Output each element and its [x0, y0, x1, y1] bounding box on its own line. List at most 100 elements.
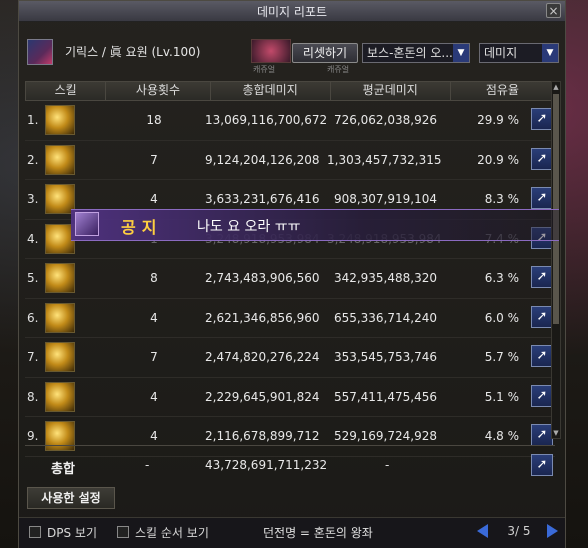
row-total: 9,124,204,126,208 — [205, 152, 320, 167]
window-title: 데미지 리포트 — [256, 4, 328, 19]
row-rank: 3. — [27, 192, 39, 206]
row-avg: 557,411,475,456 — [333, 389, 437, 404]
row-count: 8 — [150, 271, 158, 285]
col-total[interactable]: 총합데미지 — [211, 82, 331, 100]
col-skill[interactable]: 스킬 — [26, 82, 107, 100]
share-icon[interactable]: ➚ — [531, 384, 553, 407]
table-row[interactable]: 7. 7 2,474,820,276,224 353,545,753,746 5… — [25, 338, 555, 378]
share-icon[interactable]: ➚ — [531, 454, 553, 476]
row-share: 4.8 % — [484, 429, 519, 443]
table-row[interactable]: 6. 4 2,621,346,856,960 655,336,714,240 6… — [25, 299, 555, 338]
header: 기릭스 / 眞 요원 (Lv.100) 캐쥬얼 캐쥬얼 리셋하기 보스-혼돈의 … — [19, 21, 565, 81]
metric-select[interactable]: 데미지 ▼ — [479, 43, 559, 63]
skill-icon — [45, 302, 75, 333]
share-icon[interactable]: ➚ — [531, 345, 553, 367]
row-avg: 655,336,714,240 — [333, 310, 437, 325]
close-icon[interactable]: × — [546, 3, 561, 18]
prev-page-icon[interactable] — [477, 524, 488, 538]
chevron-down-icon[interactable]: ▼ — [453, 44, 469, 62]
row-total: 2,229,645,901,824 — [205, 389, 320, 404]
next-page-icon[interactable] — [547, 524, 558, 538]
skill-icon — [45, 381, 75, 412]
row-rank: 5. — [27, 271, 39, 285]
thumbnail-label-2: 캐쥬얼 — [327, 65, 350, 74]
row-rank: 8. — [27, 389, 39, 404]
row-avg: 529,169,724,928 — [333, 429, 437, 443]
row-share: 8.3 % — [484, 192, 519, 206]
skill-icon — [45, 342, 75, 372]
share-icon[interactable]: ➚ — [531, 108, 553, 130]
share-icon[interactable]: ➚ — [531, 187, 553, 209]
row-count: 18 — [146, 113, 162, 127]
row-share: 6.0 % — [484, 310, 519, 325]
reset-button[interactable]: 리셋하기 — [292, 43, 358, 63]
row-share: 5.1 % — [484, 389, 519, 404]
col-avg[interactable]: 평균데미지 — [331, 82, 451, 100]
row-share: 20.9 % — [477, 152, 519, 167]
row-rank: 6. — [27, 310, 39, 325]
total-label: 총합 — [51, 462, 75, 477]
share-icon[interactable]: ➚ — [531, 147, 553, 170]
row-avg: 726,062,038,926 — [333, 113, 437, 127]
row-rank: 2. — [27, 152, 39, 167]
title-bar: 데미지 리포트 × — [19, 1, 565, 22]
notice-text: 나도 요 오라 ㅠㅠ — [197, 219, 301, 235]
row-rank: 9. — [27, 429, 39, 443]
row-rank: 1. — [27, 113, 39, 127]
notice-avatar-icon — [75, 212, 99, 236]
share-icon[interactable]: ➚ — [531, 424, 553, 446]
skill-icon — [45, 105, 75, 135]
row-count: 4 — [150, 310, 158, 325]
col-count[interactable]: 사용횟수 — [106, 82, 211, 100]
table-scrollbar[interactable]: ▲ ▼ — [551, 81, 561, 439]
dps-label: DPS 보기 — [47, 526, 97, 540]
notice-banner: 공지 나도 요 오라 ㅠㅠ — [71, 209, 559, 241]
row-share: 6.3 % — [484, 271, 519, 285]
boss-select-value: 보스-혼돈의 오... — [367, 46, 453, 60]
table-row[interactable]: 8. 4 2,229,645,901,824 557,411,475,456 5… — [25, 378, 555, 417]
row-count: 7 — [150, 350, 158, 364]
total-count: - — [145, 458, 150, 472]
table-body: 1. 18 13,069,116,700,672 726,062,038,926… — [25, 101, 555, 457]
share-icon[interactable]: ➚ — [531, 266, 553, 288]
table-row[interactable]: 5. 8 2,743,483,906,560 342,935,488,320 6… — [25, 259, 555, 299]
used-settings-tab[interactable]: 사용한 설정 — [27, 487, 115, 509]
row-total: 3,633,231,676,416 — [205, 192, 320, 206]
table-header: 스킬 사용횟수 총합데미지 평균데미지 점유율 — [25, 81, 555, 101]
row-total: 2,621,346,856,960 — [205, 310, 320, 325]
page-indicator: 3/ 5 — [507, 524, 531, 538]
character-info: 기릭스 / 眞 요원 (Lv.100) — [65, 45, 201, 59]
scroll-down-icon[interactable]: ▼ — [552, 428, 560, 438]
table-row[interactable]: 2. 7 9,124,204,126,208 1,303,457,732,315… — [25, 141, 555, 180]
row-total: 2,116,678,899,712 — [205, 429, 320, 443]
row-count: 7 — [150, 152, 158, 167]
col-share[interactable]: 점유율 — [451, 82, 554, 100]
metric-select-value: 데미지 — [484, 46, 518, 60]
order-label: 스킬 순서 보기 — [135, 526, 209, 540]
scroll-up-icon[interactable]: ▲ — [552, 82, 560, 92]
dps-checkbox[interactable] — [29, 526, 41, 538]
skill-thumbnail-icon — [251, 39, 291, 63]
row-total: 2,474,820,276,224 — [205, 350, 320, 364]
row-count: 4 — [150, 192, 158, 206]
table-row[interactable]: 1. 18 13,069,116,700,672 726,062,038,926… — [25, 101, 555, 141]
order-checkbox[interactable] — [117, 526, 129, 538]
row-rank: 7. — [27, 350, 39, 364]
boss-select[interactable]: 보스-혼돈의 오... ▼ — [362, 43, 470, 63]
chevron-down-icon[interactable]: ▼ — [542, 44, 558, 62]
row-avg: 353,545,753,746 — [333, 350, 437, 364]
thumbnail-label: 캐쥬얼 — [253, 65, 276, 74]
row-avg: 1,303,457,732,315 — [327, 152, 442, 167]
row-avg: 342,935,488,320 — [333, 271, 437, 285]
share-icon[interactable]: ➚ — [531, 305, 553, 328]
row-count: 4 — [150, 389, 158, 404]
skill-icon — [45, 263, 75, 293]
dungeon-name: 던전명 = 혼돈의 왕좌 — [263, 526, 373, 540]
total-value: 43,728,691,711,232 — [205, 458, 328, 472]
row-rank: 4. — [27, 231, 39, 246]
notice-label: 공지 — [121, 218, 163, 237]
total-avg: - — [385, 458, 390, 472]
row-total: 2,743,483,906,560 — [205, 271, 320, 285]
row-share: 5.7 % — [484, 350, 519, 364]
skill-icon — [45, 144, 75, 175]
